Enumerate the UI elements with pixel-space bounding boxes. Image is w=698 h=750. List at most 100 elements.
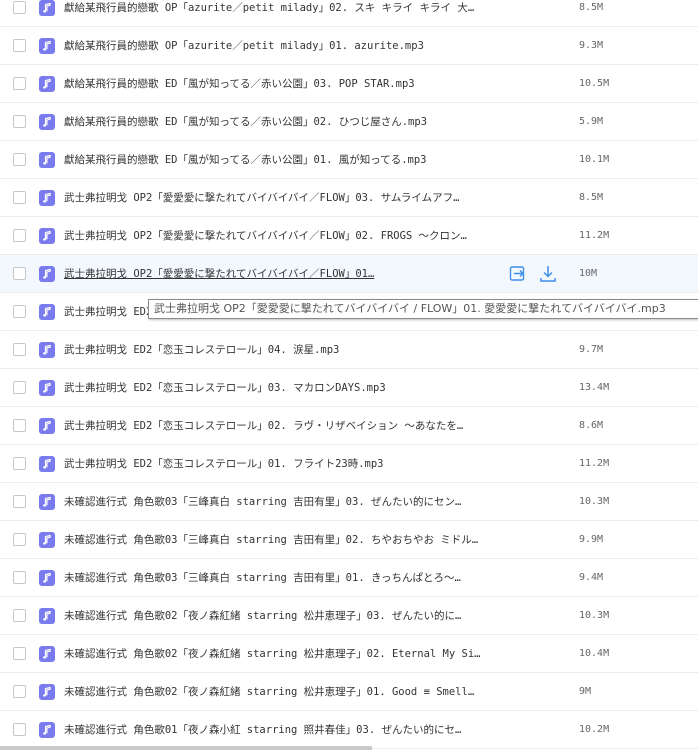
file-row[interactable]: 獻給某飛行員的戀歌 ED「風が知ってる／赤い公園」02. ひつじ屋さん.mp3 5…: [0, 103, 698, 141]
share-icon[interactable]: [508, 263, 528, 285]
file-name[interactable]: 武士弗拉明戈 OP2「愛愛愛に撃たれてバイバイバイ／FLOW」03. サムライム…: [64, 190, 504, 206]
file-list: 獻給某飛行員的戀歌 OP「azurite／petit milady」02. スキ…: [0, 0, 698, 749]
file-row[interactable]: 未確認進行式 角色歌03「三峰真白 starring 吉田有里」03. ぜんたい…: [0, 483, 698, 521]
file-name[interactable]: 未確認進行式 角色歌03「三峰真白 starring 吉田有里」02. ちやおち…: [64, 532, 504, 548]
file-row[interactable]: 獻給某飛行員的戀歌 OP「azurite／petit milady」01. az…: [0, 27, 698, 65]
file-size: 9.7M: [579, 344, 604, 355]
row-checkbox[interactable]: [13, 381, 26, 394]
file-name[interactable]: 獻給某飛行員的戀歌 ED「風が知ってる／赤い公園」02. ひつじ屋さん.mp3: [64, 114, 504, 130]
row-checkbox[interactable]: [13, 723, 26, 736]
file-size: 10M: [579, 268, 598, 279]
file-size: 10.3M: [579, 610, 610, 621]
file-name[interactable]: 武士弗拉明戈 ED2「恋玉コレステロール」03. マカロンDAYS.mp3: [64, 380, 504, 396]
file-size: 8.5M: [579, 2, 604, 13]
file-size: 11.2M: [579, 230, 610, 241]
file-row[interactable]: 武士弗拉明戈 ED2「恋玉コレステロール」02. ラヴ・リザベイション ～あなた…: [0, 407, 698, 445]
file-row[interactable]: 獻給某飛行員的戀歌 ED「風が知ってる／赤い公園」03. POP STAR.mp…: [0, 65, 698, 103]
file-row[interactable]: 未確認進行式 角色歌02「夜ノ森紅緒 starring 松井恵理子」01. Go…: [0, 673, 698, 711]
file-row[interactable]: 未確認進行式 角色歌03「三峰真白 starring 吉田有里」02. ちやおち…: [0, 521, 698, 559]
file-size: 13.4M: [579, 382, 610, 393]
row-actions: [508, 263, 558, 285]
music-note-icon: [39, 38, 55, 54]
file-name[interactable]: 未確認進行式 角色歌01「夜ノ森小紅 starring 照井春佳」03. ぜんた…: [64, 722, 504, 738]
music-note-icon: [39, 570, 55, 586]
music-note-icon: [39, 190, 55, 206]
file-name[interactable]: 武士弗拉明戈 OP2「愛愛愛に撃たれてバイバイバイ／FLOW」01…: [64, 266, 414, 282]
row-checkbox[interactable]: [13, 153, 26, 166]
horizontal-scrollbar[interactable]: [0, 746, 372, 750]
file-name[interactable]: 獻給某飛行員的戀歌 OP「azurite／petit milady」02. スキ…: [64, 0, 504, 16]
file-name[interactable]: 武士弗拉明戈 ED2「恋玉コレステロール」02. ラヴ・リザベイション ～あなた…: [64, 418, 504, 434]
row-checkbox[interactable]: [13, 191, 26, 204]
file-row[interactable]: 獻給某飛行員的戀歌 OP「azurite／petit milady」02. スキ…: [0, 0, 698, 27]
file-name[interactable]: 武士弗拉明戈 ED2「恋玉コレステロール」04. 涙星.mp3: [64, 342, 504, 358]
music-note-icon: [39, 608, 55, 624]
file-row[interactable]: 未確認進行式 角色歌02「夜ノ森紅緒 starring 松井恵理子」03. ぜん…: [0, 597, 698, 635]
file-name[interactable]: 未確認進行式 角色歌02「夜ノ森紅緒 starring 松井恵理子」02. Et…: [64, 646, 504, 662]
row-checkbox[interactable]: [13, 343, 26, 356]
row-checkbox[interactable]: [13, 267, 26, 280]
row-checkbox[interactable]: [13, 609, 26, 622]
file-name[interactable]: 武士弗拉明戈 ED2「恋玉コレステロール」01. フライト23時.mp3: [64, 456, 504, 472]
file-row[interactable]: 武士弗拉明戈 OP2「愛愛愛に撃たれてバイバイバイ／FLOW」03. サムライム…: [0, 179, 698, 217]
file-row[interactable]: 未確認進行式 角色歌03「三峰真白 starring 吉田有里」01. きっちん…: [0, 559, 698, 597]
row-checkbox[interactable]: [13, 115, 26, 128]
music-note-icon: [39, 456, 55, 472]
file-size: 10.3M: [579, 496, 610, 507]
music-note-icon: [39, 0, 55, 16]
file-name[interactable]: 武士弗拉明戈 OP2「愛愛愛に撃たれてバイバイバイ／FLOW」02. FROGS…: [64, 228, 504, 244]
music-note-icon: [39, 228, 55, 244]
row-checkbox[interactable]: [13, 533, 26, 546]
file-size: 10.4M: [579, 648, 610, 659]
row-checkbox[interactable]: [13, 571, 26, 584]
row-checkbox[interactable]: [13, 457, 26, 470]
row-checkbox[interactable]: [13, 229, 26, 242]
music-note-icon: [39, 380, 55, 396]
file-size: 10.2M: [579, 724, 610, 735]
music-note-icon: [39, 494, 55, 510]
file-row[interactable]: 武士弗拉明戈 OP2「愛愛愛に撃たれてバイバイバイ／FLOW」01… 10M: [0, 255, 698, 293]
file-name[interactable]: 未確認進行式 角色歌02「夜ノ森紅緒 starring 松井恵理子」01. Go…: [64, 684, 504, 700]
row-checkbox[interactable]: [13, 77, 26, 90]
file-size: 9.3M: [579, 40, 604, 51]
row-checkbox[interactable]: [13, 39, 26, 52]
file-row[interactable]: 武士弗拉明戈 ED2「恋玉コレステロール」01. フライト23時.mp3 11.2…: [0, 445, 698, 483]
file-row[interactable]: 武士弗拉明戈 ED2「恋玉コレステロール」03. マカロンDAYS.mp3 13.…: [0, 369, 698, 407]
file-size: 10.5M: [579, 78, 610, 89]
row-checkbox[interactable]: [13, 647, 26, 660]
download-icon[interactable]: [538, 263, 558, 285]
music-note-icon: [39, 418, 55, 434]
music-note-icon: [39, 532, 55, 548]
music-note-icon: [39, 684, 55, 700]
file-name[interactable]: 未確認進行式 角色歌03「三峰真白 starring 吉田有里」03. ぜんたい…: [64, 494, 504, 510]
file-size: 9.4M: [579, 572, 604, 583]
filename-tooltip: 武士弗拉明戈 OP2「愛愛愛に撃たれてバイバイバイ / FLOW」01. 愛愛愛…: [148, 299, 698, 319]
file-name[interactable]: 獻給某飛行員的戀歌 OP「azurite／petit milady」01. az…: [64, 38, 504, 54]
music-note-icon: [39, 152, 55, 168]
file-size: 8.5M: [579, 192, 604, 203]
music-note-icon: [39, 266, 55, 282]
file-size: 8.6M: [579, 420, 604, 431]
file-size: 11.2M: [579, 458, 610, 469]
file-name[interactable]: 獻給某飛行員的戀歌 ED「風が知ってる／赤い公園」01. 風が知ってる.mp3: [64, 152, 504, 168]
file-name[interactable]: 未確認進行式 角色歌02「夜ノ森紅緒 starring 松井恵理子」03. ぜん…: [64, 608, 504, 624]
file-row[interactable]: 未確認進行式 角色歌02「夜ノ森紅緒 starring 松井恵理子」02. Et…: [0, 635, 698, 673]
file-row[interactable]: 武士弗拉明戈 ED2「恋玉コレステロール」04. 涙星.mp3 9.7M: [0, 331, 698, 369]
music-note-icon: [39, 342, 55, 358]
file-size: 9M: [579, 686, 592, 697]
row-checkbox[interactable]: [13, 495, 26, 508]
file-row[interactable]: 武士弗拉明戈 OP2「愛愛愛に撃たれてバイバイバイ／FLOW」02. FROGS…: [0, 217, 698, 255]
row-checkbox[interactable]: [13, 305, 26, 318]
file-size: 9.9M: [579, 534, 604, 545]
music-note-icon: [39, 646, 55, 662]
file-row[interactable]: 未確認進行式 角色歌01「夜ノ森小紅 starring 照井春佳」03. ぜんた…: [0, 711, 698, 749]
row-checkbox[interactable]: [13, 1, 26, 14]
row-checkbox[interactable]: [13, 685, 26, 698]
file-size: 5.9M: [579, 116, 604, 127]
file-row[interactable]: 獻給某飛行員的戀歌 ED「風が知ってる／赤い公園」01. 風が知ってる.mp3 1…: [0, 141, 698, 179]
music-note-icon: [39, 304, 55, 320]
row-checkbox[interactable]: [13, 419, 26, 432]
file-name[interactable]: 未確認進行式 角色歌03「三峰真白 starring 吉田有里」01. きっちん…: [64, 570, 504, 586]
file-name[interactable]: 獻給某飛行員的戀歌 ED「風が知ってる／赤い公園」03. POP STAR.mp…: [64, 76, 504, 92]
file-size: 10.1M: [579, 154, 610, 165]
